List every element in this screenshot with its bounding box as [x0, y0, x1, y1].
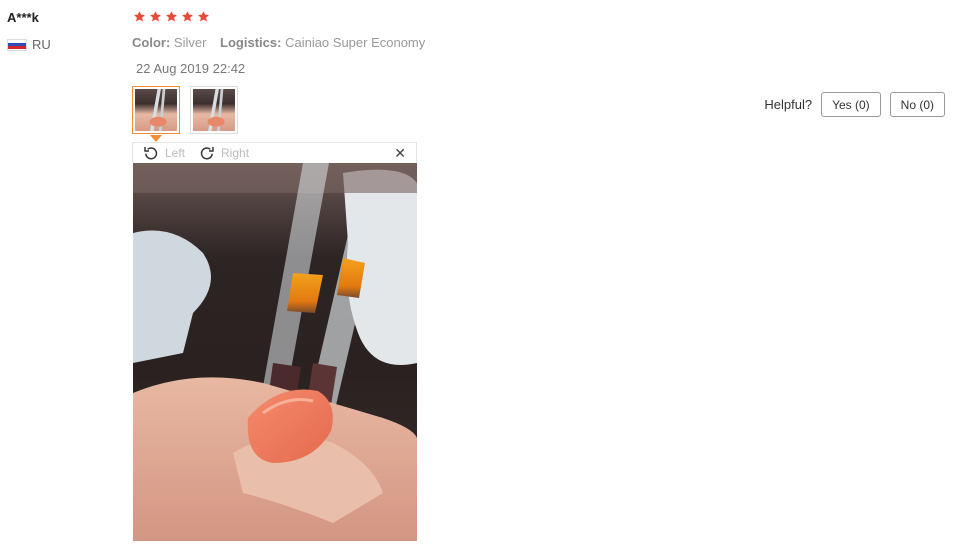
star-icon [165, 10, 178, 23]
color-label: Color: [132, 35, 171, 50]
rotate-right-label: Right [221, 146, 250, 160]
star-rating [133, 10, 210, 23]
helpful-yes-button[interactable]: Yes (0) [821, 92, 881, 117]
review-item: A***k RU Color: Silver Logistics: Cainia… [0, 0, 963, 553]
rotate-left-button[interactable]: Left [143, 145, 185, 161]
country-code: RU [32, 37, 51, 52]
photo-thumbnail-image [135, 89, 177, 131]
rotate-left-icon [143, 145, 159, 161]
order-attributes: Color: Silver Logistics: Cainiao Super E… [132, 35, 435, 50]
star-icon [197, 10, 210, 23]
helpful-voting: Helpful? Yes (0) No (0) [764, 92, 945, 117]
color-value: Silver [173, 35, 207, 50]
helpful-no-button[interactable]: No (0) [889, 92, 945, 117]
logistics-label: Logistics: [220, 35, 282, 50]
close-icon[interactable]: ✕ [394, 145, 406, 162]
review-date: 22 Aug 2019 22:42 [136, 61, 246, 76]
star-icon [149, 10, 162, 23]
logistics-value: Cainiao Super Economy [285, 35, 426, 50]
star-icon [181, 10, 194, 23]
russia-flag-icon [7, 38, 27, 51]
reviewer-country: RU [7, 37, 51, 52]
rotate-left-label: Left [165, 146, 186, 160]
helpful-label: Helpful? [764, 97, 813, 112]
image-viewer-toolbar: Left Right ✕ [132, 142, 417, 163]
star-icon [133, 10, 146, 23]
photo-thumbnail-image [193, 89, 235, 131]
rotate-right-button[interactable]: Right [199, 145, 249, 161]
reviewer-name: A***k [7, 10, 39, 25]
photo-thumbnail[interactable] [190, 86, 238, 134]
photo-thumbnail[interactable] [132, 86, 180, 142]
review-photo-large [133, 163, 417, 541]
active-pointer-icon [150, 135, 162, 142]
photo-thumbnails [132, 86, 238, 142]
rotate-right-icon [199, 145, 215, 161]
